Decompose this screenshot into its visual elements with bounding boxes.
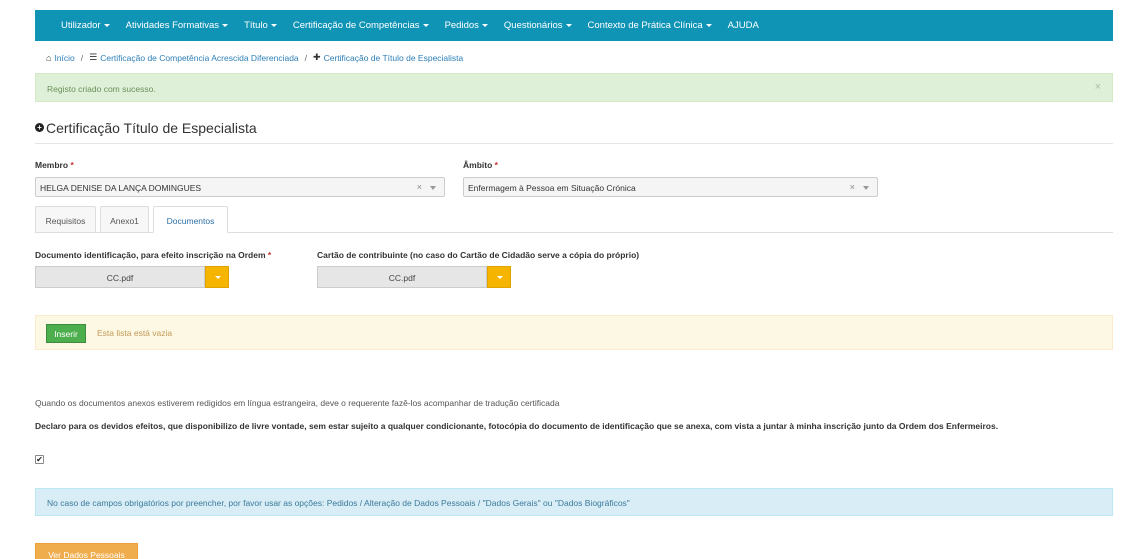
doc-id-dropdown-button[interactable] bbox=[205, 266, 229, 288]
success-alert: Registo criado com sucesso. × bbox=[35, 73, 1113, 102]
doc-id-label: Documento identificação, para efeito ins… bbox=[35, 250, 272, 260]
breadcrumb-level1[interactable]: Certificação de Competência Acrescida Di… bbox=[100, 53, 298, 63]
insert-button[interactable]: Inserir bbox=[46, 324, 86, 343]
ambito-label: Âmbito * bbox=[463, 160, 498, 170]
contribuinte-label: Cartão de contribuinte (no caso do Cartã… bbox=[317, 250, 640, 260]
caret-down-icon bbox=[481, 23, 488, 27]
plus-icon: ✚ bbox=[313, 52, 321, 62]
page-title: + Certificação Título de Especialista bbox=[35, 120, 1113, 144]
doc-id-filename: CC.pdf bbox=[35, 266, 205, 288]
contribuinte-file-field[interactable]: CC.pdf bbox=[317, 266, 511, 288]
ambito-value: Enfermagem à Pessoa em Situação Crónica bbox=[468, 183, 636, 193]
caret-down-icon bbox=[103, 23, 110, 27]
membro-select[interactable]: HELGA DENISE DA LANÇA DOMINGUES × bbox=[35, 177, 445, 197]
info-message: No caso de campos obrigatórios por preen… bbox=[47, 498, 630, 508]
nav-atividades-formativas[interactable]: Atividades Formativas bbox=[126, 20, 229, 31]
chevron-down-icon[interactable] bbox=[430, 186, 436, 190]
nav-ajuda[interactable]: AJUDA bbox=[728, 20, 759, 31]
caret-down-icon bbox=[705, 23, 712, 27]
ambito-select[interactable]: Enfermagem à Pessoa em Situação Crónica … bbox=[463, 177, 878, 197]
empty-list-text: Esta lista está vazia bbox=[97, 328, 173, 338]
doc-id-file-field[interactable]: CC.pdf bbox=[35, 266, 229, 288]
breadcrumb: ⌂ Início / ☰ Certificação de Competência… bbox=[46, 52, 463, 63]
ver-dados-pessoais-button[interactable]: Ver Dados Pessoais bbox=[35, 543, 138, 559]
close-icon[interactable]: × bbox=[1095, 81, 1101, 93]
contribuinte-filename: CC.pdf bbox=[317, 266, 487, 288]
nav-utilizador[interactable]: Utilizador bbox=[61, 20, 110, 31]
caret-down-icon bbox=[270, 23, 277, 27]
page-title-text: Certificação Título de Especialista bbox=[46, 120, 257, 136]
chevron-down-icon[interactable] bbox=[863, 186, 869, 190]
nav-questionarios[interactable]: Questionários bbox=[504, 20, 572, 31]
nav-pedidos[interactable]: Pedidos bbox=[445, 20, 488, 31]
translation-note: Quando os documentos anexos estiverem re… bbox=[35, 398, 560, 408]
membro-label: Membro * bbox=[35, 160, 74, 170]
declaration-checkbox[interactable]: ✔ bbox=[35, 455, 44, 464]
list-icon: ☰ bbox=[89, 52, 98, 62]
tab-anexo1[interactable]: Anexo1 bbox=[100, 206, 149, 233]
nav-certificacao-competencias[interactable]: Certificação de Competências bbox=[293, 20, 429, 31]
tab-bar: Requisitos Anexo1 Documentos bbox=[35, 206, 1113, 233]
caret-down-icon bbox=[422, 23, 429, 27]
plus-circle-icon: + bbox=[35, 123, 44, 132]
empty-list-box: Inserir Esta lista está vazia bbox=[35, 315, 1113, 350]
caret-down-icon bbox=[565, 23, 572, 27]
breadcrumb-separator: / bbox=[304, 52, 308, 63]
contribuinte-dropdown-button[interactable] bbox=[487, 266, 511, 288]
clear-icon[interactable]: × bbox=[417, 182, 422, 192]
nav-titulo[interactable]: Título bbox=[244, 20, 277, 31]
breadcrumb-level2[interactable]: Certificação de Título de Especialista bbox=[324, 53, 464, 63]
tab-requisitos[interactable]: Requisitos bbox=[35, 206, 96, 233]
top-bar: Utilizador Atividades Formativas Título … bbox=[0, 0, 1131, 41]
declaration-text: Declaro para os devidos efeitos, que dis… bbox=[35, 421, 999, 431]
success-message: Registo criado com sucesso. bbox=[47, 84, 156, 94]
tab-documentos[interactable]: Documentos bbox=[153, 206, 228, 233]
clear-icon[interactable]: × bbox=[850, 182, 855, 192]
home-icon: ⌂ bbox=[46, 52, 52, 63]
main-navbar: Utilizador Atividades Formativas Título … bbox=[35, 10, 1113, 41]
caret-down-icon bbox=[222, 23, 229, 27]
breadcrumb-separator: / bbox=[80, 52, 84, 63]
nav-contexto-pratica-clinica[interactable]: Contexto de Prática Clínica bbox=[588, 20, 712, 31]
membro-value: HELGA DENISE DA LANÇA DOMINGUES bbox=[40, 183, 202, 193]
info-alert: No caso de campos obrigatórios por preen… bbox=[35, 488, 1113, 516]
breadcrumb-home[interactable]: Início bbox=[54, 53, 74, 63]
